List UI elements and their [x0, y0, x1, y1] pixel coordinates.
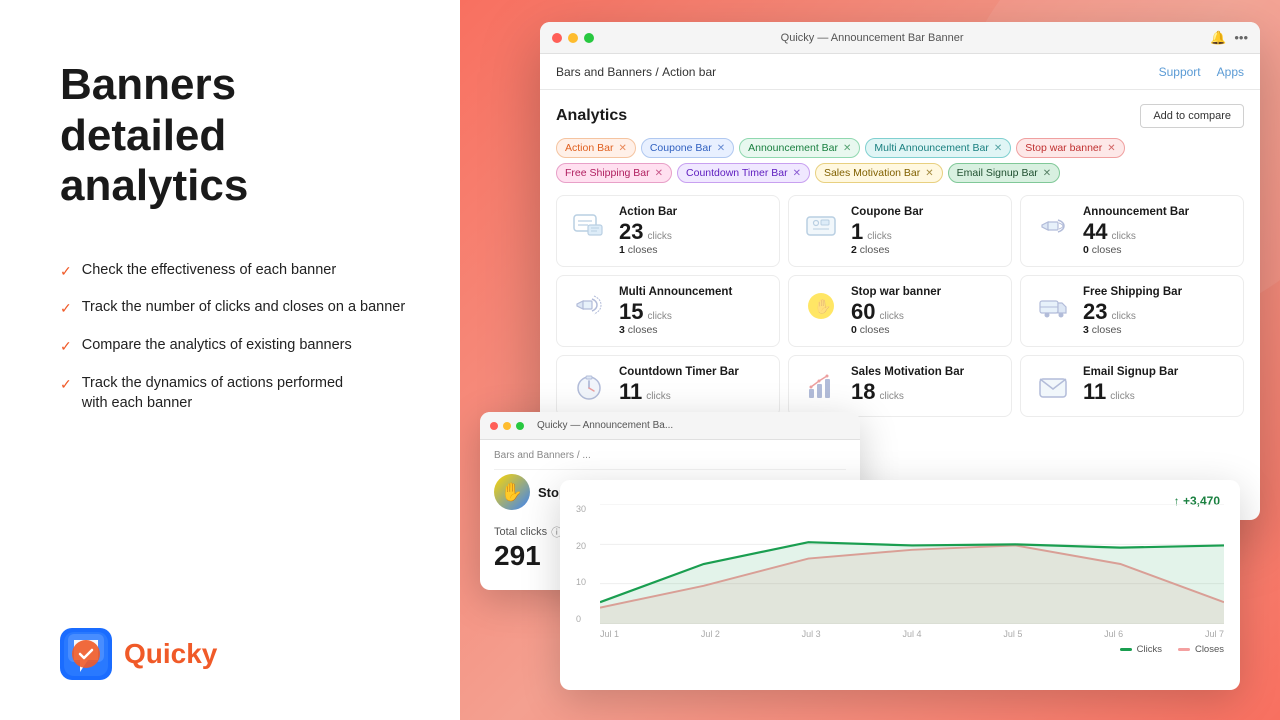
tag-stop-war[interactable]: Stop war banner✕: [1016, 138, 1124, 158]
window-titlebar: Quicky — Announcement Bar Banner 🔔 •••: [540, 22, 1260, 54]
chart-x-labels: Jul 1 Jul 2 Jul 3 Jul 4 Jul 5 Jul 6 Jul …: [576, 629, 1224, 639]
card-data: Email Signup Bar 11 clicks: [1083, 366, 1231, 404]
card-email-signup: Email Signup Bar 11 clicks: [1020, 355, 1244, 417]
bell-icon: 🔔: [1210, 30, 1226, 46]
card-icon: ✋: [801, 286, 841, 326]
tag-close-icon[interactable]: ✕: [1043, 168, 1051, 179]
card-icon: [1033, 286, 1073, 326]
tag-email-signup[interactable]: Email Signup Bar✕: [948, 163, 1061, 183]
right-panel: Quicky — Announcement Bar Banner 🔔 ••• B…: [460, 0, 1280, 720]
check-icon: ✓: [60, 337, 72, 357]
app-toolbar: Bars and Banners / Action bar Support Ap…: [540, 54, 1260, 90]
legend-clicks: Clicks: [1120, 644, 1162, 655]
card-sales-motivation: Sales Motivation Bar 18 clicks: [788, 355, 1012, 417]
card-icon: [801, 366, 841, 406]
check-icon: ✓: [60, 375, 72, 395]
tag-close-icon[interactable]: ✕: [1107, 143, 1115, 154]
tag-close-icon[interactable]: ✕: [717, 143, 725, 154]
breadcrumb: Bars and Banners / Action bar: [556, 65, 716, 79]
card-data: Action Bar 23 clicks 1 closes: [619, 206, 767, 256]
small-breadcrumb: Bars and Banners / ...: [494, 450, 846, 461]
analytics-header: Analytics Add to compare: [556, 104, 1244, 128]
filter-tags: Action Bar✕ Coupone Bar✕ Announcement Ba…: [556, 138, 1244, 183]
tag-close-icon[interactable]: ✕: [793, 168, 801, 179]
card-multi-announcement: Multi Announcement 15 clicks 3 closes: [556, 275, 780, 347]
toolbar-links: Support Apps: [1159, 65, 1244, 79]
tag-announcement-bar[interactable]: Announcement Bar✕: [739, 138, 860, 158]
traffic-light-green[interactable]: [516, 422, 524, 430]
window-actions: 🔔 •••: [1210, 30, 1248, 46]
tag-close-icon[interactable]: ✕: [994, 143, 1002, 154]
card-icon: [1033, 206, 1073, 246]
small-window-title: Quicky — Announcement Ba...: [537, 420, 673, 431]
card-data: Sales Motivation Bar 18 clicks: [851, 366, 999, 404]
legend-closes: Closes: [1178, 644, 1224, 655]
left-panel: Banners detailed analytics ✓ Check the e…: [0, 0, 460, 720]
page-title: Banners detailed analytics: [60, 60, 410, 212]
card-data: Announcement Bar 44 clicks 0 closes: [1083, 206, 1231, 256]
traffic-light-red[interactable]: [490, 422, 498, 430]
tag-close-icon[interactable]: ✕: [618, 143, 626, 154]
chart-window: ↑ +3,470 30 20 10 0: [560, 480, 1240, 690]
svg-text:✋: ✋: [814, 298, 831, 314]
card-icon: [569, 286, 609, 326]
card-countdown-timer: Countdown Timer Bar 11 clicks: [556, 355, 780, 417]
quicky-logo-icon: [60, 628, 112, 680]
analytics-grid: Action Bar 23 clicks 1 closes: [556, 195, 1244, 417]
card-coupone-bar: Coupone Bar 1 clicks 2 closes: [788, 195, 1012, 267]
tag-sales-motivation[interactable]: Sales Motivation Bar✕: [815, 163, 943, 183]
tag-coupone-bar[interactable]: Coupone Bar✕: [641, 138, 734, 158]
list-item: ✓ Compare the analytics of existing bann…: [60, 335, 410, 357]
card-data: Countdown Timer Bar 11 clicks: [619, 366, 767, 404]
tag-close-icon[interactable]: ✕: [655, 168, 663, 179]
check-icon: ✓: [60, 262, 72, 282]
card-icon: [801, 206, 841, 246]
card-icon: [1033, 366, 1073, 406]
tag-free-shipping[interactable]: Free Shipping Bar✕: [556, 163, 672, 183]
more-icon[interactable]: •••: [1234, 30, 1248, 45]
small-window-titlebar: Quicky — Announcement Ba...: [480, 412, 860, 440]
legend-dot-green: [1120, 648, 1132, 651]
list-item: ✓ Track the dynamics of actions performe…: [60, 373, 410, 414]
tag-multi-announcement[interactable]: Multi Announcement Bar✕: [865, 138, 1011, 158]
card-data: Stop war banner 60 clicks 0 closes: [851, 286, 999, 336]
traffic-light-yellow[interactable]: [503, 422, 511, 430]
logo-area: Quicky: [60, 628, 410, 680]
check-icon: ✓: [60, 299, 72, 319]
card-data: Free Shipping Bar 23 clicks 3 closes: [1083, 286, 1231, 336]
list-item: ✓ Track the number of clicks and closes …: [60, 297, 410, 319]
support-link[interactable]: Support: [1159, 65, 1201, 79]
feature-list: ✓ Check the effectiveness of each banner…: [60, 260, 410, 413]
left-content: Banners detailed analytics ✓ Check the e…: [60, 60, 410, 413]
list-item: ✓ Check the effectiveness of each banner: [60, 260, 410, 282]
card-data: Coupone Bar 1 clicks 2 closes: [851, 206, 999, 256]
legend-dot-pink: [1178, 648, 1190, 651]
chart-svg-area: [600, 504, 1224, 624]
chart-grid: 30 20 10 0: [576, 504, 1224, 624]
tag-countdown-timer[interactable]: Countdown Timer Bar✕: [677, 163, 810, 183]
card-action-bar: Action Bar 23 clicks 1 closes: [556, 195, 780, 267]
card-icon: [569, 206, 609, 246]
card-announcement-bar: Announcement Bar 44 clicks 0 closes: [1020, 195, 1244, 267]
card-stop-war: ✋ Stop war banner 60 clicks 0 closes: [788, 275, 1012, 347]
card-icon: [569, 366, 609, 406]
tag-close-icon[interactable]: ✕: [925, 168, 933, 179]
window-title: Quicky — Announcement Bar Banner: [540, 32, 1204, 44]
chart-legend: Clicks Closes: [576, 644, 1224, 655]
tag-action-bar[interactable]: Action Bar✕: [556, 138, 636, 158]
logo-text: Quicky: [124, 638, 217, 670]
card-data: Multi Announcement 15 clicks 3 closes: [619, 286, 767, 336]
add-compare-button[interactable]: Add to compare: [1140, 104, 1244, 128]
stop-war-avatar: ✋: [494, 474, 530, 510]
tag-close-icon[interactable]: ✕: [843, 143, 851, 154]
apps-link[interactable]: Apps: [1217, 65, 1244, 79]
chart-y-labels: 30 20 10 0: [576, 504, 592, 624]
analytics-title: Analytics: [556, 107, 627, 125]
card-free-shipping: Free Shipping Bar 23 clicks 3 closes: [1020, 275, 1244, 347]
